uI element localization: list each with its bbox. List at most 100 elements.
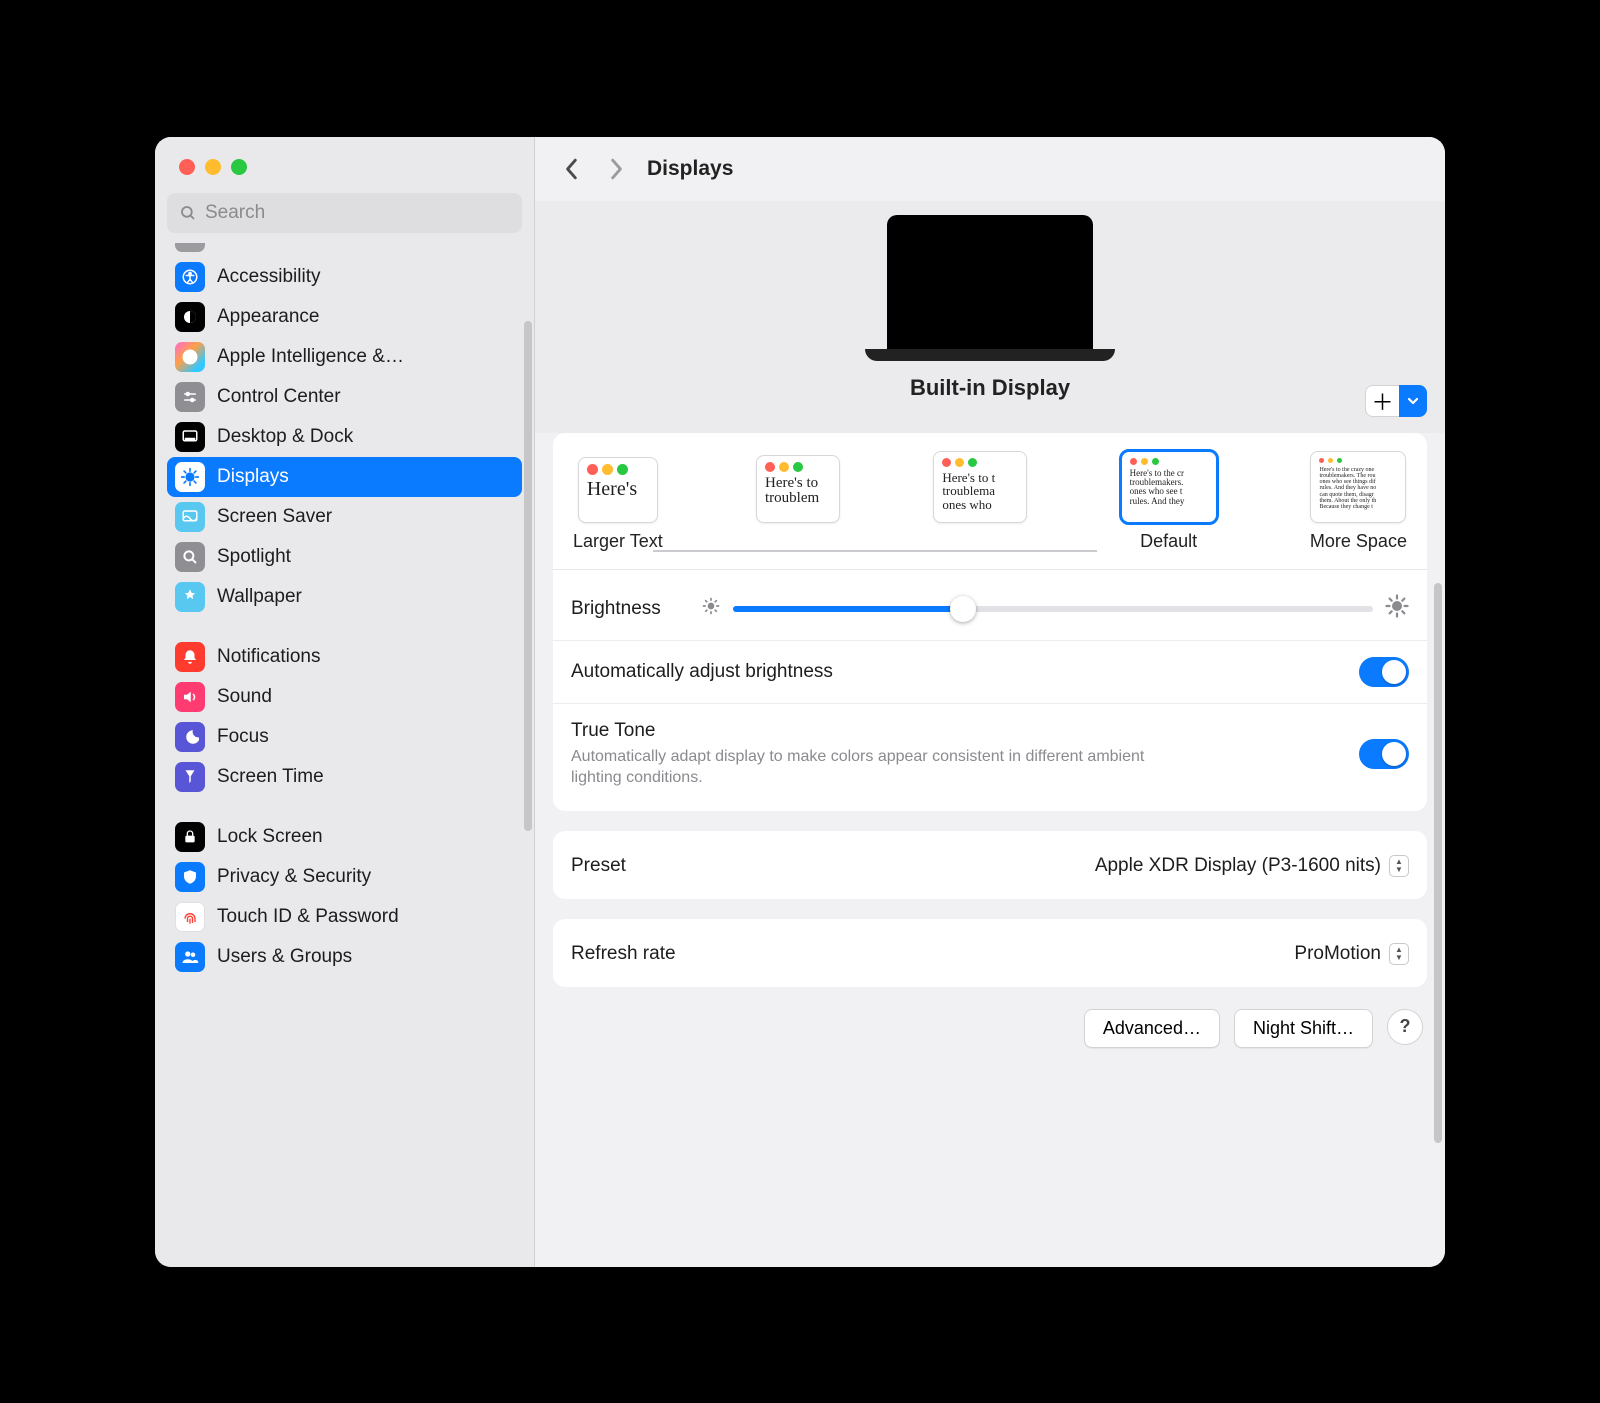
sidebar-item-control-center[interactable]: Control Center — [167, 377, 522, 417]
sidebar-item-displays[interactable]: Displays — [167, 457, 522, 497]
sidebar-item-privacy-security[interactable]: Privacy & Security — [167, 857, 522, 897]
main-pane: Displays Built-in Display ＋ Here's Larger… — [535, 137, 1445, 1267]
sun-bright-icon — [1385, 594, 1409, 624]
auto-brightness-row: Automatically adjust brightness — [553, 640, 1427, 703]
sidebar-item-lock-screen[interactable]: Lock Screen — [167, 817, 522, 857]
sidebar-item-focus[interactable]: Focus — [167, 717, 522, 757]
sidebar-item-screen-saver[interactable]: Screen Saver — [167, 497, 522, 537]
scale-snippet: Here's to the cr troublemakers. ones who… — [1130, 469, 1208, 507]
sidebar-item-screen-time[interactable]: Screen Time — [167, 757, 522, 797]
sidebar-item-label: Notifications — [217, 646, 321, 668]
touchid-icon — [175, 902, 205, 932]
sidebar-item-apple-intelligence[interactable]: Apple Intelligence &… — [167, 337, 522, 377]
sidebar-item-sound[interactable]: Sound — [167, 677, 522, 717]
sidebar-item-desktop-dock[interactable]: Desktop & Dock — [167, 417, 522, 457]
add-display-menu-button[interactable] — [1399, 385, 1427, 417]
scale-thumb[interactable]: Here's to the crazy one troublemakers. T… — [1310, 451, 1406, 523]
scale-option-2[interactable]: Here's to t troublema ones who — [933, 451, 1027, 552]
device-name: Built-in Display — [910, 375, 1070, 401]
device-preview: Built-in Display ＋ — [535, 201, 1445, 433]
scale-thumb[interactable]: Here's — [578, 457, 658, 523]
page-title: Displays — [647, 157, 733, 181]
sidebar-item-wallpaper[interactable]: Wallpaper — [167, 577, 522, 617]
close-icon[interactable] — [179, 159, 195, 175]
ai-icon — [175, 342, 205, 372]
laptop-icon — [887, 215, 1093, 349]
preset-value: Apple XDR Display (P3-1600 nits) — [1095, 855, 1381, 877]
scale-option-4[interactable]: Here's to the crazy one troublemakers. T… — [1310, 451, 1407, 552]
sidebar-item-general[interactable]: General — [167, 243, 522, 257]
sun-dim-icon — [701, 596, 721, 622]
sidebar-item-spotlight[interactable]: Spotlight — [167, 537, 522, 577]
scale-option-0[interactable]: Here's Larger Text — [573, 457, 663, 552]
scale-option-1[interactable]: Here's to troublem — [756, 455, 840, 552]
search-field[interactable] — [167, 193, 522, 233]
sidebar-item-users-groups[interactable]: Users & Groups — [167, 937, 522, 977]
add-display-button[interactable]: ＋ — [1365, 385, 1399, 417]
help-button[interactable]: ? — [1387, 1009, 1423, 1045]
true-tone-toggle[interactable] — [1359, 739, 1409, 769]
scale-label — [796, 531, 801, 552]
scale-thumb[interactable]: Here's to t troublema ones who — [933, 451, 1027, 523]
scale-label: Default — [1140, 531, 1197, 552]
gear-icon — [175, 243, 205, 252]
scale-snippet: Here's — [587, 479, 649, 500]
priv-icon — [175, 862, 205, 892]
sidebar-item-label: Apple Intelligence &… — [217, 346, 404, 368]
sound-icon — [175, 682, 205, 712]
brightness-panel: Brightness A — [553, 570, 1427, 811]
zoom-icon[interactable] — [231, 159, 247, 175]
footer-buttons: Advanced… Night Shift… ? — [535, 987, 1445, 1048]
cc-icon — [175, 382, 205, 412]
true-tone-description: Automatically adapt display to make colo… — [571, 746, 1174, 789]
updown-icon: ▲▼ — [1389, 855, 1409, 877]
scale-snippet: Here's to t troublema ones who — [942, 471, 1018, 512]
sidebar-item-label: Sound — [217, 686, 272, 708]
brightness-label: Brightness — [571, 598, 661, 620]
dock-icon — [175, 422, 205, 452]
sidebar-item-label: Touch ID & Password — [217, 906, 399, 928]
forward-button[interactable] — [603, 153, 629, 185]
brightness-slider[interactable] — [733, 606, 1373, 612]
auto-brightness-toggle[interactable] — [1359, 657, 1409, 687]
sidebar-item-notifications[interactable]: Notifications — [167, 637, 522, 677]
lock-icon — [175, 822, 205, 852]
updown-icon: ▲▼ — [1389, 943, 1409, 965]
sidebar-item-label: Accessibility — [217, 266, 320, 288]
scale-label: Larger Text — [573, 531, 663, 552]
advanced-button[interactable]: Advanced… — [1084, 1009, 1220, 1048]
refresh-row[interactable]: Refresh rate ProMotion ▲▼ — [553, 927, 1427, 981]
refresh-panel: Refresh rate ProMotion ▲▼ — [553, 919, 1427, 987]
scale-thumb[interactable]: Here's to the cr troublemakers. ones who… — [1121, 451, 1217, 523]
preset-row[interactable]: Preset Apple XDR Display (P3-1600 nits) … — [553, 839, 1427, 893]
minimize-icon[interactable] — [205, 159, 221, 175]
sidebar-item-accessibility[interactable]: Accessibility — [167, 257, 522, 297]
sidebar-item-label: Wallpaper — [217, 586, 302, 608]
scale-snippet: Here's to troublem — [765, 476, 831, 508]
auto-brightness-label: Automatically adjust brightness — [571, 661, 833, 683]
settings-window: General Accessibility Appearance Apple Inte… — [155, 137, 1445, 1267]
sidebar-item-label: Control Center — [217, 386, 341, 408]
back-button[interactable] — [559, 153, 585, 185]
scale-snippet: Here's to the crazy one troublemakers. T… — [1319, 467, 1397, 511]
appear-icon — [175, 302, 205, 332]
chevron-down-icon — [1407, 395, 1419, 407]
sidebar-item-label: Focus — [217, 726, 269, 748]
scale-label: More Space — [1310, 531, 1407, 552]
scale-thumb[interactable]: Here's to troublem — [756, 455, 840, 523]
search-input[interactable] — [205, 202, 510, 224]
night-shift-button[interactable]: Night Shift… — [1234, 1009, 1373, 1048]
refresh-value: ProMotion — [1294, 943, 1381, 965]
sidebar-scrollbar[interactable] — [524, 321, 532, 831]
true-tone-label: True Tone — [571, 720, 1174, 742]
preset-panel: Preset Apple XDR Display (P3-1600 nits) … — [553, 831, 1427, 899]
sidebar-item-label: Lock Screen — [217, 826, 323, 848]
content-scrollbar[interactable] — [1434, 583, 1442, 1143]
sidebar-item-appearance[interactable]: Appearance — [167, 297, 522, 337]
window-controls — [155, 145, 534, 189]
sidebar-item-touch-id-password[interactable]: Touch ID & Password — [167, 897, 522, 937]
display-icon — [175, 462, 205, 492]
slider-knob[interactable] — [950, 596, 976, 622]
focus-icon — [175, 722, 205, 752]
scale-option-3[interactable]: Here's to the cr troublemakers. ones who… — [1121, 451, 1217, 552]
